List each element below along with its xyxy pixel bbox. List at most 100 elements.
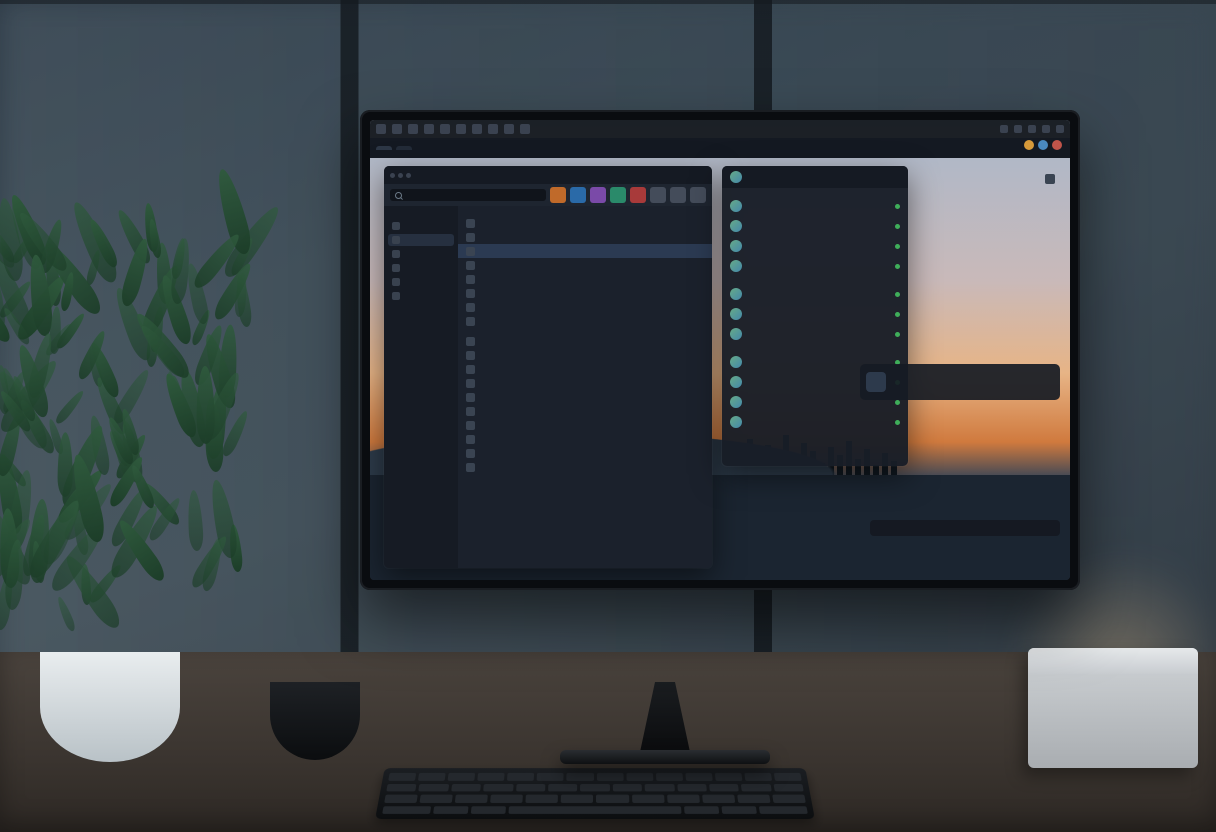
tray-dot-icon[interactable] — [1052, 140, 1062, 150]
list-row[interactable] — [458, 460, 712, 474]
list-row[interactable] — [458, 272, 712, 286]
list-row[interactable] — [458, 286, 712, 300]
avatar — [730, 356, 742, 368]
contact-row[interactable] — [722, 324, 908, 344]
sidebar-item[interactable] — [388, 220, 454, 232]
menubar-item-icon[interactable] — [504, 124, 514, 134]
desktop-shortcut[interactable] — [1045, 174, 1060, 184]
toolbar-tile-icon[interactable] — [670, 187, 686, 203]
status-online-icon — [895, 204, 900, 209]
sidebar-item-icon — [392, 292, 400, 300]
menubar-item-icon[interactable] — [424, 124, 434, 134]
titlebar[interactable] — [384, 166, 712, 184]
contact-row[interactable] — [722, 284, 908, 304]
toolbar-tile-icon[interactable] — [630, 187, 646, 203]
list-row[interactable] — [458, 258, 712, 272]
list-row[interactable] — [458, 300, 712, 314]
tab[interactable] — [376, 146, 392, 150]
sidebar-item-icon — [392, 250, 400, 258]
list-row[interactable] — [458, 348, 712, 362]
avatar — [730, 376, 742, 388]
menubar-item-icon[interactable] — [488, 124, 498, 134]
menubar-item-icon[interactable] — [520, 124, 530, 134]
list-row[interactable] — [458, 334, 712, 348]
sidebar-item[interactable] — [388, 290, 454, 302]
app-window-library[interactable] — [384, 166, 712, 568]
sidebar — [384, 206, 458, 568]
contact-row[interactable] — [722, 216, 908, 236]
tray-icon[interactable] — [1056, 125, 1064, 133]
avatar — [730, 288, 742, 300]
contact-row[interactable] — [722, 256, 908, 276]
avatar — [730, 200, 742, 212]
contact-row[interactable] — [722, 196, 908, 216]
toolbar-tile-icon[interactable] — [590, 187, 606, 203]
row-icon — [466, 337, 475, 346]
tray-icon[interactable] — [1042, 125, 1050, 133]
menubar-item-icon[interactable] — [456, 124, 466, 134]
menubar-item-icon[interactable] — [408, 124, 418, 134]
avatar — [730, 260, 742, 272]
toolbar-tile-icon[interactable] — [610, 187, 626, 203]
toolbar-tile-icon[interactable] — [650, 187, 666, 203]
toolbar-tile-icon[interactable] — [690, 187, 706, 203]
sidebar-item[interactable] — [388, 276, 454, 288]
list-row[interactable] — [458, 314, 712, 328]
menubar-item-icon[interactable] — [440, 124, 450, 134]
tab[interactable] — [396, 146, 412, 150]
list-row[interactable] — [458, 376, 712, 390]
row-icon — [466, 233, 475, 242]
contact-row[interactable] — [722, 412, 908, 432]
tray-icon[interactable] — [1000, 125, 1008, 133]
list-row[interactable] — [458, 404, 712, 418]
list-row[interactable] — [458, 432, 712, 446]
list-row[interactable] — [458, 418, 712, 432]
search-input[interactable] — [390, 189, 546, 201]
list-row[interactable] — [458, 230, 712, 244]
contact-row[interactable] — [722, 304, 908, 324]
app-window-contacts[interactable] — [722, 166, 908, 466]
list-row[interactable] — [458, 244, 712, 258]
status-online-icon — [895, 244, 900, 249]
monitor-bezel — [360, 110, 1080, 590]
list-row[interactable] — [458, 216, 712, 230]
content-list[interactable] — [458, 206, 712, 568]
status-pill[interactable] — [870, 520, 1060, 536]
row-icon — [466, 379, 475, 388]
menubar-item-icon[interactable] — [392, 124, 402, 134]
status-online-icon — [895, 264, 900, 269]
row-icon — [466, 435, 475, 444]
menubar-item-icon[interactable] — [472, 124, 482, 134]
list-row[interactable] — [458, 362, 712, 376]
status-online-icon — [895, 332, 900, 337]
maximize-icon[interactable] — [406, 173, 411, 178]
tray-dot-icon[interactable] — [1038, 140, 1048, 150]
menubar-item-icon[interactable] — [376, 124, 386, 134]
minimize-icon[interactable] — [398, 173, 403, 178]
row-icon — [466, 463, 475, 472]
tray-icon[interactable] — [1014, 125, 1022, 133]
avatar — [730, 220, 742, 232]
window-controls[interactable] — [390, 173, 411, 178]
avatar[interactable] — [730, 171, 742, 183]
sidebar-item[interactable] — [388, 248, 454, 260]
os-menubar[interactable] — [370, 120, 1070, 138]
contact-group-header — [722, 188, 908, 196]
sidebar-item[interactable] — [388, 262, 454, 274]
notification-card[interactable] — [860, 364, 1060, 400]
sidebar-header — [388, 212, 454, 218]
tray-dot-icon[interactable] — [1024, 140, 1034, 150]
close-icon[interactable] — [390, 173, 395, 178]
titlebar[interactable] — [722, 166, 908, 188]
row-icon — [466, 407, 475, 416]
sidebar-item[interactable] — [388, 234, 454, 246]
list-row[interactable] — [458, 390, 712, 404]
toolbar-tile-icon[interactable] — [570, 187, 586, 203]
contact-group-header — [722, 344, 908, 352]
row-icon — [466, 393, 475, 402]
toolbar-tile-icon[interactable] — [550, 187, 566, 203]
list-row[interactable] — [458, 446, 712, 460]
contact-group-header — [722, 276, 908, 284]
tray-icon[interactable] — [1028, 125, 1036, 133]
contact-row[interactable] — [722, 236, 908, 256]
